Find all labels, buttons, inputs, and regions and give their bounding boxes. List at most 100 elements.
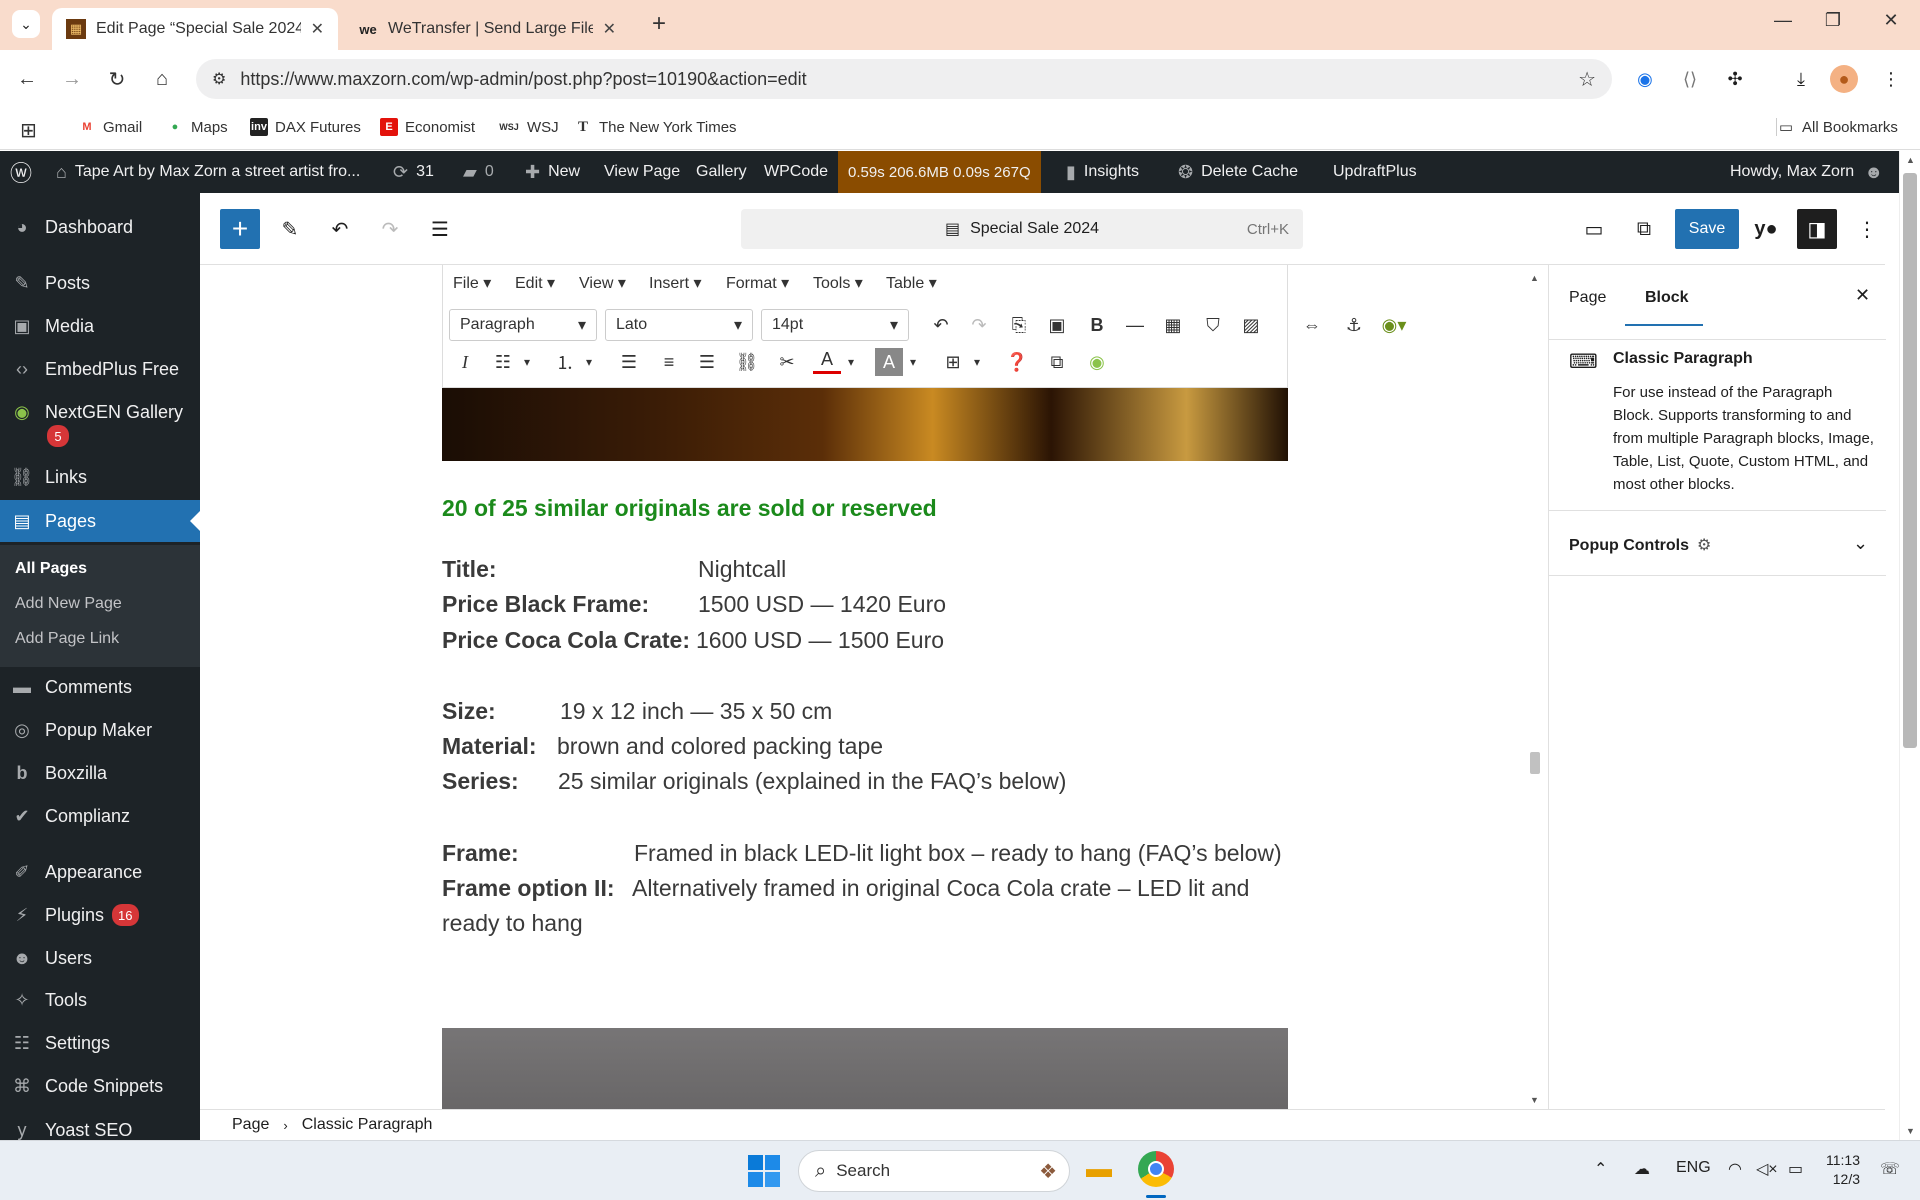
scroll-up-icon[interactable]: ▲ (1906, 155, 1915, 165)
bookmark-star-icon[interactable]: ☆ (1578, 67, 1596, 92)
menu-dashboard[interactable]: ◕ Dashboard (0, 207, 200, 247)
redo-icon[interactable]: ↷ (965, 311, 993, 339)
block-move-icon[interactable]: ⇔ (1298, 311, 1326, 339)
minimize-icon[interactable]: — (1768, 10, 1798, 31)
bullet-list-dropdown-icon[interactable]: ▾ (513, 348, 541, 376)
bookmark-dax[interactable]: inv DAX Futures (250, 118, 361, 136)
chrome-taskbar-icon[interactable] (1138, 1151, 1174, 1187)
menu-boxzilla[interactable]: b Boxzilla (0, 753, 200, 793)
gallery-link[interactable]: Gallery (696, 151, 747, 193)
bookmark-icon[interactable]: ⛉ (1199, 311, 1227, 339)
align-justify-icon[interactable]: ≡ (655, 348, 683, 376)
submenu-all-pages[interactable]: All Pages (15, 560, 87, 578)
bookmark-gmail[interactable]: M Gmail (78, 118, 142, 136)
save-button[interactable]: Save (1675, 209, 1739, 249)
document-title-bar[interactable]: ▤ Special Sale 2024 Ctrl+K (741, 209, 1303, 249)
menu-popup-maker[interactable]: ◎ Popup Maker (0, 710, 200, 750)
insert-link-icon[interactable]: ⛓ (733, 348, 761, 376)
speaker-muted-icon[interactable]: ◁× (1756, 1159, 1778, 1179)
media-embed-icon[interactable]: ▦ (1159, 311, 1187, 339)
menu-posts[interactable]: ✎ Posts (0, 263, 200, 303)
submenu-add-new-page[interactable]: Add New Page (15, 595, 122, 613)
menu-nextgen[interactable]: ◉ NextGEN Gallery (0, 392, 200, 432)
horizontal-line-icon[interactable]: — (1121, 311, 1149, 339)
insights-link[interactable]: ▮ Insights (1066, 151, 1139, 193)
bookmark-wsj[interactable]: WSJ WSJ (498, 118, 558, 136)
query-monitor-stats[interactable]: 0.59s 206.6MB 0.09s 267Q (838, 151, 1041, 193)
back-arrow-icon[interactable]: ← (12, 64, 42, 94)
unlink-icon[interactable]: ✂ (773, 348, 801, 376)
menu-appearance[interactable]: ✐ Appearance (0, 852, 200, 892)
menu-comments[interactable]: ▬ Comments (0, 667, 200, 707)
menu-code-snippets[interactable]: ⌘ Code Snippets (0, 1066, 200, 1106)
scroll-down-icon[interactable]: ▼ (1530, 1095, 1539, 1105)
updraftplus-link[interactable]: UpdraftPlus (1333, 151, 1417, 193)
format-select[interactable]: Paragraph ▾ (449, 309, 597, 341)
page-scrollbar-thumb[interactable] (1903, 173, 1917, 748)
close-tab-icon[interactable]: ✕ (311, 19, 324, 39)
image-icon[interactable]: ▨ (1237, 311, 1265, 339)
profile-avatar[interactable]: ● (1830, 65, 1858, 93)
breadcrumb-classic-paragraph[interactable]: Classic Paragraph (302, 1116, 433, 1134)
howdy-account-link[interactable]: Howdy, Max Zorn ☻ (1730, 151, 1883, 193)
breadcrumb-page[interactable]: Page (232, 1116, 269, 1134)
download-icon[interactable]: ⤓ (1786, 64, 1816, 94)
extensions-puzzle-icon[interactable]: ✣ (1720, 64, 1750, 94)
restore-icon[interactable]: ❐ (1818, 10, 1848, 31)
menu-links[interactable]: ⛓ Links (0, 457, 200, 497)
all-bookmarks[interactable]: ▭ All Bookmarks (1776, 118, 1898, 136)
tb-menu-insert[interactable]: Insert ▾ (649, 273, 702, 293)
home-icon[interactable]: ⌂ (147, 64, 177, 94)
text-color-dropdown-icon[interactable]: ▾ (837, 348, 865, 376)
language-indicator[interactable]: ENG (1676, 1159, 1711, 1177)
numbered-list-dropdown-icon[interactable]: ▾ (575, 348, 603, 376)
submenu-add-page-link[interactable]: Add Page Link (15, 630, 119, 648)
site-name-link[interactable]: ⌂ Tape Art by Max Zorn a street artist fr… (56, 151, 360, 193)
align-center-icon[interactable]: ☰ (693, 348, 721, 376)
help-icon[interactable]: ❓ (1003, 348, 1031, 376)
battery-icon[interactable]: ▭ (1788, 1159, 1803, 1179)
tb-menu-file[interactable]: File ▾ (453, 273, 491, 293)
close-tab-icon[interactable]: ✕ (603, 19, 616, 39)
site-info-icon[interactable]: ⚙ (212, 69, 226, 89)
tb-menu-table[interactable]: Table ▾ (886, 273, 937, 293)
file-explorer-icon[interactable]: ▬ (1086, 1153, 1112, 1184)
font-size-select[interactable]: 14pt ▾ (761, 309, 909, 341)
canvas-scrollbar-thumb[interactable] (1530, 752, 1540, 774)
taskbar-search[interactable]: ⌕ Search ❖ (798, 1150, 1070, 1192)
clock[interactable]: 11:13 12/3 (1826, 1151, 1860, 1189)
extension-s-icon[interactable]: ◉ (1630, 64, 1660, 94)
reload-icon[interactable]: ↻ (102, 64, 132, 94)
view-page-external-icon[interactable]: ⧉ (1624, 209, 1664, 249)
url-input[interactable]: ⚙ https://www.maxzorn.com/wp-admin/post.… (196, 59, 1612, 99)
menu-plugins[interactable]: ⚡ Plugins 16 (0, 895, 200, 935)
undo-icon[interactable]: ↶ (320, 209, 360, 249)
options-more-icon[interactable]: ⋮ (1847, 209, 1887, 249)
new-content-link[interactable]: ✚ New (525, 151, 580, 193)
tb-menu-edit[interactable]: Edit ▾ (515, 273, 555, 293)
menu-yoast[interactable]: y Yoast SEO (0, 1110, 200, 1140)
tb-menu-view[interactable]: View ▾ (579, 273, 626, 293)
tab-edit-page[interactable]: ▦ Edit Page “Special Sale 2024” ‹ T ✕ (52, 8, 338, 50)
tab-wetransfer[interactable]: we WeTransfer | Send Large Files Fa ✕ (344, 8, 630, 50)
scroll-down-icon[interactable]: ▼ (1906, 1126, 1915, 1136)
apps-grid-icon[interactable]: ⊞ (20, 118, 37, 143)
undo-icon[interactable]: ↶ (927, 311, 955, 339)
menu-settings[interactable]: ☷ Settings (0, 1023, 200, 1063)
tb-menu-tools[interactable]: Tools ▾ (813, 273, 863, 293)
new-tab-button[interactable]: + (652, 10, 666, 38)
delete-cache-link[interactable]: ❂ Delete Cache (1178, 151, 1298, 193)
menu-users[interactable]: ☻ Users (0, 938, 200, 978)
redo-icon[interactable]: ↷ (370, 209, 410, 249)
menu-tools[interactable]: ✧ Tools (0, 980, 200, 1020)
canvas-scrollbar[interactable]: ▲ ▼ (1528, 273, 1542, 1105)
tab-search-chevron-icon[interactable]: ⌄ (12, 10, 40, 38)
tools-pencil-icon[interactable]: ✎ (270, 209, 310, 249)
anchor-icon[interactable]: ⚓ (1340, 311, 1368, 339)
table-dropdown-icon[interactable]: ▾ (963, 348, 991, 376)
menu-pages[interactable]: ▤ Pages (0, 500, 200, 542)
copy-icon[interactable]: ⎘ (1005, 311, 1033, 339)
menu-complianz[interactable]: ✔ Complianz (0, 796, 200, 836)
add-block-button[interactable]: + (220, 209, 260, 249)
close-window-icon[interactable]: ✕ (1876, 10, 1906, 31)
